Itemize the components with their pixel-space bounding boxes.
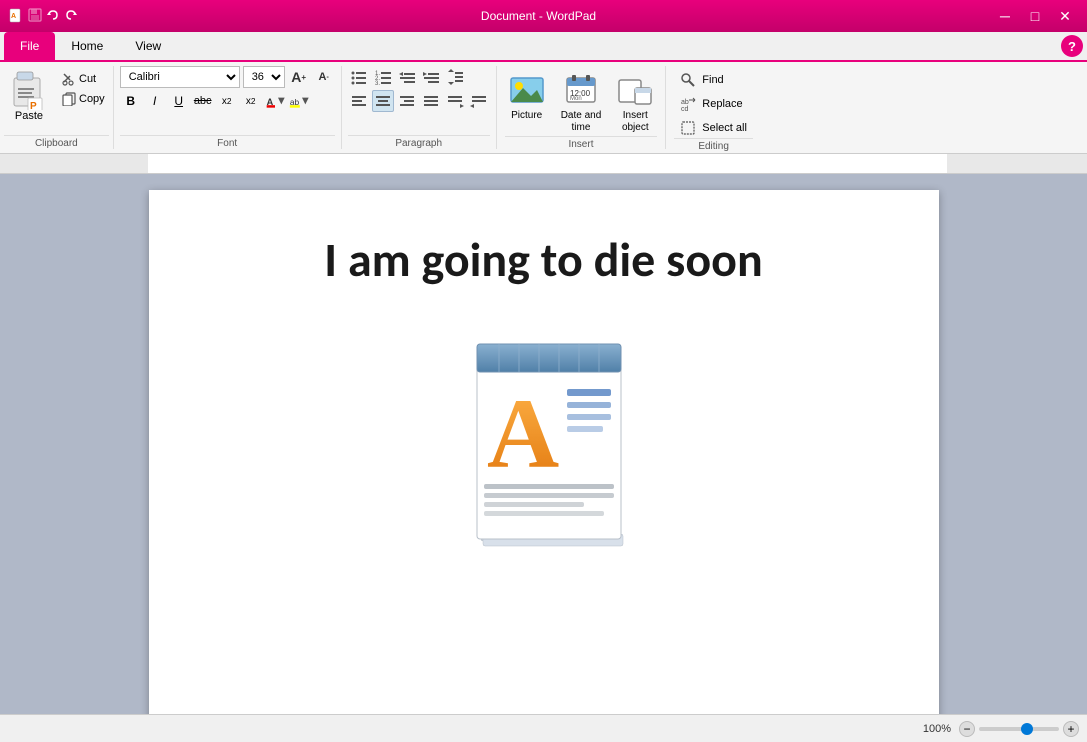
minimize-button[interactable]: ─ bbox=[991, 5, 1019, 27]
datetime-button[interactable]: 12:00 Mon Date andtime bbox=[557, 70, 606, 136]
picture-label: Picture bbox=[511, 110, 542, 121]
zoom-track[interactable] bbox=[979, 727, 1059, 731]
paste-button[interactable]: P Paste bbox=[4, 66, 54, 126]
ruler-inner bbox=[148, 154, 947, 173]
zoom-thumb[interactable] bbox=[1021, 723, 1033, 735]
select-all-button[interactable]: Select all bbox=[674, 118, 753, 138]
document-text[interactable]: I am going to die soon bbox=[324, 230, 762, 289]
datetime-label: Date andtime bbox=[561, 110, 602, 134]
font-section: Calibri 36 A+ A- B I U abc x2 x2 A bbox=[114, 66, 342, 149]
quick-save-icon[interactable] bbox=[28, 8, 42, 25]
clipboard-small-btns: Cut Copy bbox=[58, 70, 109, 108]
highlight-button[interactable]: ab bbox=[288, 90, 310, 112]
font-shrink-button[interactable]: A- bbox=[313, 66, 335, 88]
cut-button[interactable]: Cut bbox=[58, 70, 109, 88]
font-section-label: Font bbox=[120, 135, 335, 149]
tab-view[interactable]: View bbox=[119, 32, 177, 60]
svg-text:cd: cd bbox=[681, 106, 689, 112]
insert-section: Picture 12:00 Mon Date andtime bbox=[497, 66, 667, 149]
ltr-button[interactable] bbox=[444, 90, 466, 112]
underline-button[interactable]: U bbox=[168, 90, 190, 112]
zoom-minus-button[interactable]: − bbox=[959, 721, 975, 737]
title-controls: ─ □ ✕ bbox=[991, 5, 1079, 27]
tab-home[interactable]: Home bbox=[55, 32, 119, 60]
editing-section-label: Editing bbox=[674, 138, 753, 152]
italic-button[interactable]: I bbox=[144, 90, 166, 112]
svg-text:ab: ab bbox=[681, 99, 689, 106]
maximize-button[interactable]: □ bbox=[1021, 5, 1049, 27]
font-row1: Calibri 36 A+ A- bbox=[120, 66, 335, 88]
paragraph-section: 1.2.3. bbox=[342, 66, 497, 149]
undo-icon[interactable] bbox=[46, 8, 60, 25]
find-button[interactable]: Find bbox=[674, 70, 753, 90]
bold-button[interactable]: B bbox=[120, 90, 142, 112]
font-name-select[interactable]: Calibri bbox=[120, 66, 240, 88]
close-button[interactable]: ✕ bbox=[1051, 5, 1079, 27]
ordered-list-button[interactable]: 1.2.3. bbox=[372, 66, 394, 88]
unordered-list-button[interactable] bbox=[348, 66, 370, 88]
zoom-plus-button[interactable]: + bbox=[1063, 721, 1079, 737]
document-area[interactable]: I am going to die soon bbox=[0, 174, 1087, 714]
object-button[interactable]: Insertobject bbox=[613, 70, 657, 136]
ribbon: P Paste Cut Copy Clipboard bbox=[0, 62, 1087, 154]
para-row1: 1.2.3. bbox=[348, 66, 490, 88]
title-bar-icons: A bbox=[8, 8, 78, 25]
insert-section-label: Insert bbox=[505, 136, 658, 150]
line-spacing-button[interactable] bbox=[444, 66, 466, 88]
subscript-button[interactable]: x2 bbox=[216, 90, 238, 112]
align-left-button[interactable] bbox=[348, 90, 370, 112]
font-color-button[interactable]: A bbox=[264, 90, 286, 112]
zoom-percent: 100% bbox=[923, 723, 951, 735]
window-title: Document - WordPad bbox=[86, 9, 991, 23]
increase-indent-button[interactable] bbox=[420, 66, 442, 88]
replace-button[interactable]: abcd Replace bbox=[674, 94, 753, 114]
help-icon[interactable]: ? bbox=[1061, 35, 1083, 57]
paragraph-section-label: Paragraph bbox=[348, 135, 490, 149]
picture-button[interactable]: Picture bbox=[505, 70, 549, 123]
tab-file[interactable]: File bbox=[4, 32, 55, 60]
ribbon-tabs: File Home View ? bbox=[0, 32, 1087, 62]
paste-label: Paste bbox=[15, 110, 43, 122]
status-bar: 100% − + bbox=[0, 714, 1087, 742]
copy-button[interactable]: Copy bbox=[58, 90, 109, 108]
zoom-controls: − + bbox=[959, 721, 1079, 737]
redo-icon[interactable] bbox=[64, 8, 78, 25]
para-row2 bbox=[348, 90, 490, 112]
svg-text:3.: 3. bbox=[375, 81, 380, 86]
strikethrough-button[interactable]: abc bbox=[192, 90, 214, 112]
object-label: Insertobject bbox=[622, 110, 649, 134]
svg-text:P: P bbox=[30, 101, 37, 110]
svg-text:A: A bbox=[11, 13, 16, 20]
ruler bbox=[0, 154, 1087, 174]
align-right-button[interactable] bbox=[396, 90, 418, 112]
clipboard-section: P Paste Cut Copy Clipboard bbox=[0, 66, 114, 149]
font-grow-button[interactable]: A+ bbox=[288, 66, 310, 88]
font-size-select[interactable]: 36 bbox=[243, 66, 285, 88]
clipboard-section-label: Clipboard bbox=[4, 135, 109, 149]
rtl-button[interactable] bbox=[468, 90, 490, 112]
svg-text:Mon: Mon bbox=[570, 96, 582, 102]
document-page: I am going to die soon bbox=[149, 190, 939, 714]
svg-text:A: A bbox=[487, 378, 559, 489]
justify-button[interactable] bbox=[420, 90, 442, 112]
document-icon: A bbox=[449, 329, 639, 549]
superscript-button[interactable]: x2 bbox=[240, 90, 262, 112]
editing-section: Find abcd Replace Select all Editing bbox=[666, 66, 761, 149]
title-bar: A Document - WordPad ─ □ ✕ bbox=[0, 0, 1087, 32]
decrease-indent-button[interactable] bbox=[396, 66, 418, 88]
font-row2: B I U abc x2 x2 A ab bbox=[120, 90, 335, 112]
align-center-button[interactable] bbox=[372, 90, 394, 112]
